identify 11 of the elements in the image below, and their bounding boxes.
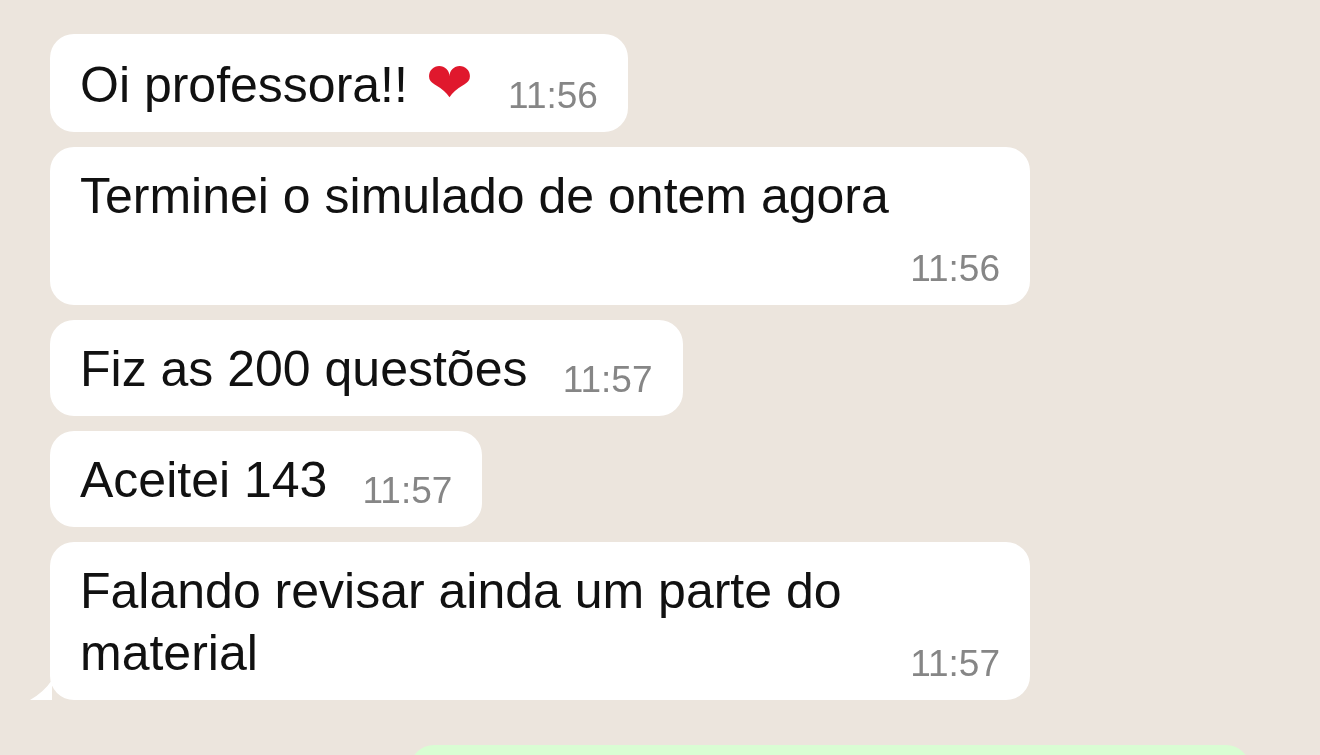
message-text: Terminei o simulado de ontem agora [80, 168, 889, 224]
message-time: 11:57 [562, 360, 653, 400]
message-text: Fiz as 200 questões [80, 341, 528, 397]
message-text: Oi professora!! [80, 57, 408, 113]
message-time: 11:57 [362, 471, 453, 511]
message-time: 11:57 [910, 644, 1000, 684]
message-time: 11:56 [508, 76, 598, 116]
message-text: Aceitei 143 [80, 452, 328, 508]
message-text: Falando revisar ainda um parte do material [80, 563, 842, 681]
message-time: 11:56 [910, 249, 1000, 289]
heart-emoji: ❤ [425, 51, 473, 114]
